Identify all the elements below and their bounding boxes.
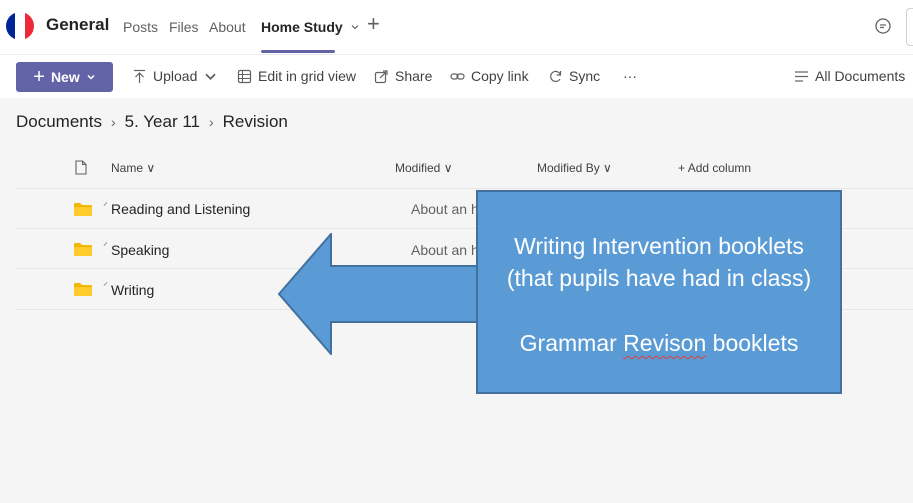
new-item-icon: ⸝ — [103, 197, 108, 208]
chevron-down-icon: ∨ — [443, 161, 453, 175]
top-bar: General Posts Files About Home Study + — [0, 0, 913, 54]
left-arrow-annotation — [278, 233, 478, 355]
chevron-down-icon: ∨ — [146, 161, 156, 175]
share-icon — [374, 69, 388, 83]
grid-icon — [237, 69, 252, 83]
annotation-callout: Writing Intervention booklets (that pupi… — [476, 190, 842, 394]
new-button-label: New — [50, 69, 80, 85]
chevron-right-icon: › — [110, 114, 116, 130]
sync-label: Sync — [569, 68, 601, 84]
meet-button-edge[interactable] — [906, 8, 913, 46]
column-name[interactable]: Name ∨ — [111, 161, 155, 175]
tab-home-study-label: Home Study — [261, 19, 343, 35]
add-column-label: Add column — [687, 161, 752, 175]
edit-grid-view-button[interactable]: Edit in grid view — [237, 68, 356, 84]
team-avatar[interactable] — [6, 12, 34, 40]
breadcrumb-documents[interactable]: Documents — [16, 112, 102, 132]
chat-icon[interactable] — [874, 17, 892, 35]
sync-icon — [550, 70, 562, 82]
chevron-down-icon — [205, 73, 217, 80]
column-name-label: Name — [111, 161, 144, 175]
edit-grid-view-label: Edit in grid view — [258, 68, 357, 84]
callout-line-2: (that pupils have had in class) — [506, 265, 812, 291]
list-view-icon — [795, 70, 808, 82]
callout-line-1: Writing Intervention booklets — [514, 233, 804, 259]
column-modified-by[interactable]: Modified By ∨ — [537, 161, 612, 175]
column-modified[interactable]: Modified ∨ — [395, 161, 453, 175]
tab-files[interactable]: Files — [169, 19, 199, 35]
plus-icon: + — [33, 66, 45, 88]
breadcrumb-year-11[interactable]: 5. Year 11 — [125, 112, 200, 132]
chevron-down-icon — [87, 74, 95, 80]
view-selector[interactable]: All Documents — [794, 68, 913, 84]
more-icon: ··· — [623, 68, 637, 84]
breadcrumb: Documents › 5. Year 11 › Revision — [16, 112, 288, 132]
plus-icon[interactable]: + — [367, 13, 380, 35]
command-bar: + New Upload Edit in grid view Share Cop… — [0, 54, 913, 98]
view-selector-label: All Documents — [815, 68, 906, 84]
tab-about[interactable]: About — [209, 19, 246, 35]
folder-icon — [74, 203, 92, 216]
active-tab-indicator — [261, 50, 335, 53]
callout-word-booklets: booklets — [712, 330, 799, 356]
copy-link-button[interactable]: Copy link — [450, 68, 529, 84]
copy-link-label: Copy link — [471, 68, 529, 84]
share-label: Share — [395, 68, 433, 84]
chevron-right-icon: › — [208, 114, 214, 130]
folder-icon — [74, 283, 92, 296]
column-modified-by-label: Modified By — [537, 161, 600, 175]
new-item-icon: ⸝ — [103, 277, 108, 288]
file-name[interactable]: Writing — [111, 282, 154, 298]
breadcrumb-revision: Revision — [222, 112, 288, 131]
column-modified-label: Modified — [395, 161, 441, 175]
upload-label: Upload — [153, 68, 198, 84]
add-column-button[interactable]: + Add column — [678, 161, 751, 175]
new-button[interactable]: + New — [16, 62, 113, 92]
file-name[interactable]: Reading and Listening — [111, 201, 250, 217]
chevron-down-icon: ∨ — [603, 161, 612, 175]
upload-button[interactable]: Upload — [132, 68, 218, 84]
link-icon — [450, 72, 465, 80]
file-type-icon[interactable] — [75, 160, 87, 175]
tab-posts[interactable]: Posts — [123, 19, 158, 35]
share-button[interactable]: Share — [374, 68, 432, 84]
sync-button[interactable]: Sync — [548, 68, 600, 84]
folder-icon — [74, 243, 92, 256]
upload-icon — [134, 69, 145, 83]
tab-home-study[interactable]: Home Study — [261, 19, 360, 35]
new-item-icon: ⸝ — [103, 237, 108, 248]
team-name[interactable]: General — [46, 15, 109, 35]
plus-icon: + — [678, 161, 686, 175]
callout-word-revison: Revison — [623, 330, 707, 356]
file-name[interactable]: Speaking — [111, 242, 169, 258]
callout-word-grammar: Grammar — [519, 330, 617, 356]
more-options-button[interactable]: ··· — [623, 68, 637, 84]
chevron-down-icon[interactable] — [350, 22, 360, 32]
callout-line-3: Grammar Revison booklets — [478, 327, 840, 359]
